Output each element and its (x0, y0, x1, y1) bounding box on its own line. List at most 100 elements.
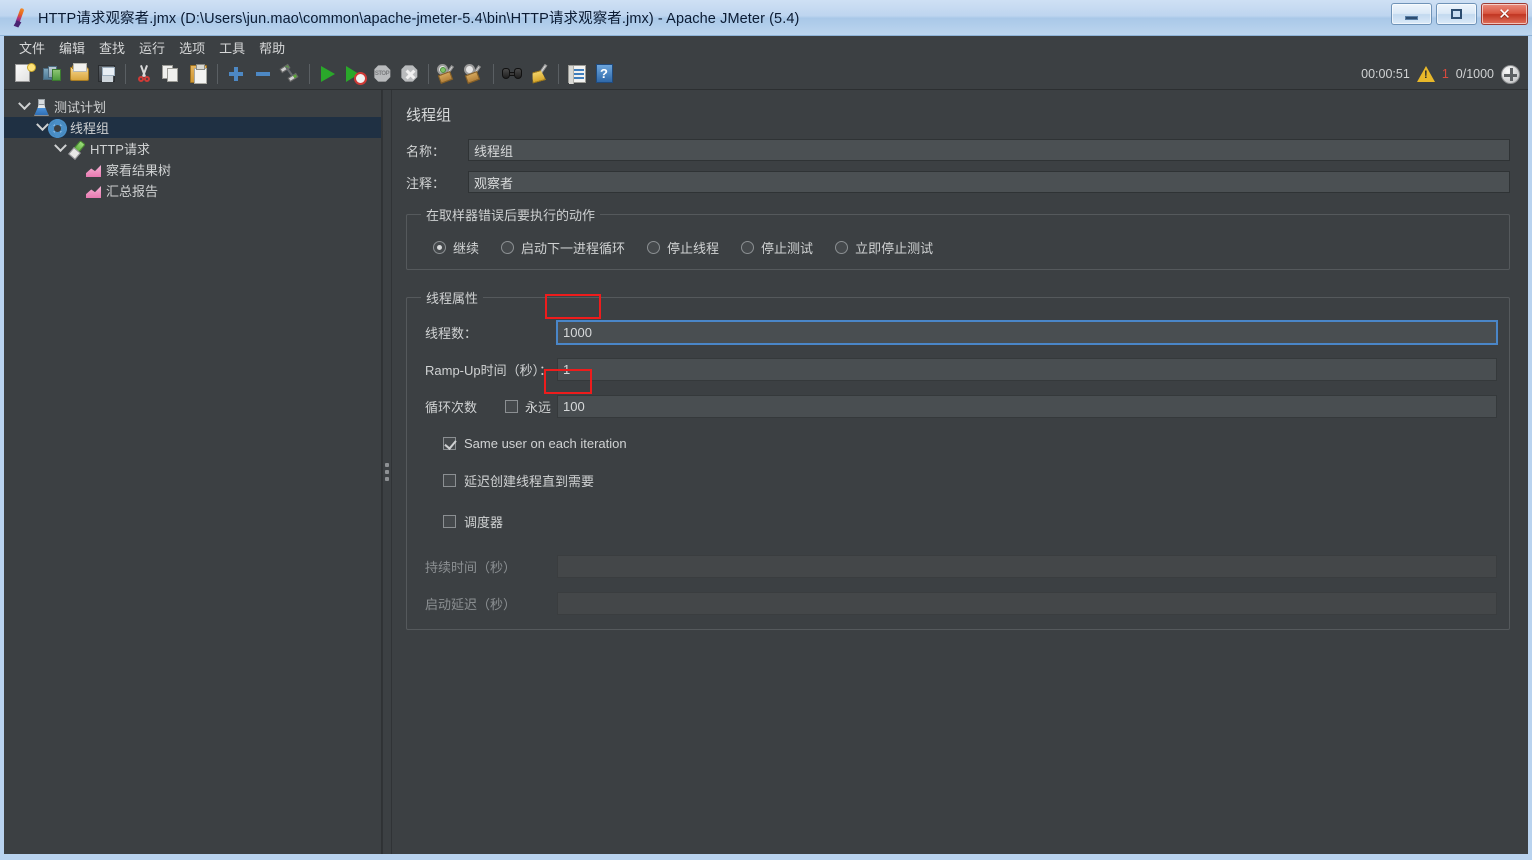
menu-run[interactable]: 运行 (132, 36, 172, 59)
chevron-down-icon[interactable] (16, 99, 32, 115)
start-button[interactable] (315, 61, 341, 87)
search-icon (502, 67, 522, 81)
radio-label: 立即停止测试 (855, 241, 934, 256)
paste-button[interactable] (185, 61, 211, 87)
menu-options[interactable]: 选项 (172, 36, 212, 59)
view-results-tree-icon (86, 165, 101, 177)
reset-search-button[interactable] (526, 61, 552, 87)
radio-label: 启动下一进程循环 (521, 241, 626, 256)
delay-thread-creation-row[interactable]: 延迟创建线程直到需要 (419, 471, 1497, 490)
menu-tools[interactable]: 工具 (212, 36, 252, 59)
expand-arrows-icon[interactable] (1501, 64, 1520, 84)
jmeter-feather-icon (10, 7, 32, 29)
radio-stop-test[interactable]: 停止测试 (741, 238, 813, 257)
maximize-button[interactable] (1436, 3, 1477, 25)
tree-node-test-plan[interactable]: 测试计划 (4, 96, 381, 117)
thread-group-icon (48, 118, 67, 138)
radio-dot-icon (433, 241, 446, 254)
templates-icon (42, 65, 62, 82)
menu-file[interactable]: 文件 (12, 36, 52, 59)
menu-help[interactable]: 帮助 (252, 36, 292, 59)
radio-stop-thread[interactable]: 停止线程 (647, 238, 719, 257)
help-icon: ? (595, 64, 613, 83)
cut-button[interactable] (131, 61, 157, 87)
radio-stop-test-now[interactable]: 立即停止测试 (835, 238, 933, 257)
tree-node-view-results-tree[interactable]: 察看结果树 (4, 159, 381, 180)
comment-field-row: 注释： (406, 171, 1510, 193)
copy-icon (162, 64, 180, 83)
tree-node-summary-report[interactable]: 汇总报告 (4, 180, 381, 201)
shutdown-button[interactable] (396, 61, 422, 87)
same-user-row[interactable]: Same user on each iteration (419, 436, 1497, 451)
summary-report-icon (86, 186, 101, 198)
clear-icon (437, 64, 457, 84)
toolbar-separator (125, 63, 126, 84)
menu-search[interactable]: 查找 (92, 36, 132, 59)
scheduler-label: 调度器 (464, 515, 504, 530)
ramp-up-row: Ramp-Up时间（秒）： (419, 358, 1497, 381)
error-action-radios: 继续 启动下一进程循环 停止线程 停止测试 立即停止测试 (419, 234, 1497, 257)
toolbar-status: 00:00:51 1 0/1000 (1361, 58, 1520, 90)
duration-input (557, 555, 1497, 578)
name-label: 名称： (406, 143, 446, 159)
chevron-down-icon[interactable] (52, 141, 68, 157)
thread-group-editor: 线程组 名称： 注释： 在取样器错误后要执行的动作 继续 (392, 90, 1528, 854)
num-threads-input[interactable] (557, 321, 1497, 344)
help-button[interactable]: ? (591, 61, 617, 87)
copy-button[interactable] (158, 61, 184, 87)
active-threads-count: 0/1000 (1455, 67, 1494, 81)
startup-delay-row: 启动延迟（秒） (419, 592, 1497, 615)
menu-edit[interactable]: 编辑 (52, 36, 92, 59)
paste-icon (189, 63, 207, 84)
splitter-handle-icon (385, 463, 389, 481)
loop-count-input[interactable] (557, 395, 1497, 418)
new-document-button[interactable] (12, 61, 38, 87)
minimize-button[interactable] (1391, 3, 1432, 25)
name-input[interactable] (468, 139, 1510, 161)
ramp-up-input[interactable] (557, 358, 1497, 381)
warning-triangle-icon[interactable] (1416, 66, 1435, 82)
start-no-timers-button[interactable] (342, 61, 368, 87)
toolbar: STOP ? 00:00:51 1 0/1000 (4, 58, 1528, 90)
stop-icon: STOP (373, 65, 391, 82)
save-icon (97, 65, 115, 82)
page-title: 线程组 (406, 107, 452, 124)
test-plan-icon (32, 98, 49, 115)
sampler-error-action-group: 在取样器错误后要执行的动作 继续 启动下一进程循环 停止线程 停止测试 立即停止… (406, 205, 1510, 270)
collapse-all-button[interactable] (250, 61, 276, 87)
function-helper-icon (568, 64, 586, 84)
tree-node-http-request[interactable]: HTTP请求 (4, 138, 381, 159)
radio-start-next-loop[interactable]: 启动下一进程循环 (501, 238, 625, 257)
tree-node-thread-group[interactable]: 线程组 (4, 117, 381, 138)
pane-splitter[interactable] (382, 90, 392, 854)
toolbar-separator (558, 63, 559, 84)
save-button[interactable] (93, 61, 119, 87)
scheduler-row[interactable]: 调度器 (419, 512, 1497, 531)
duration-label: 持续时间（秒） (425, 560, 517, 575)
expand-all-button[interactable] (223, 61, 249, 87)
radio-continue[interactable]: 继续 (433, 238, 479, 257)
stop-button[interactable]: STOP (369, 61, 395, 87)
test-plan-tree[interactable]: 测试计划 线程组 HTTP请求 察看结果树 汇总报告 (4, 90, 382, 854)
toggle-button[interactable] (277, 61, 303, 87)
num-threads-row: 线程数： (419, 321, 1497, 344)
comment-input[interactable] (468, 171, 1510, 193)
clear-button[interactable] (434, 61, 460, 87)
templates-button[interactable] (39, 61, 65, 87)
minimize-icon (1405, 15, 1418, 20)
toggle-icon (279, 63, 300, 83)
close-button[interactable]: ✕ (1481, 3, 1528, 25)
loop-forever-checkbox[interactable]: 永远 (505, 397, 557, 416)
search-button[interactable] (499, 61, 525, 87)
clear-all-button[interactable] (461, 61, 487, 87)
maximize-icon (1451, 9, 1462, 19)
shutdown-icon (400, 65, 418, 82)
toolbar-separator (428, 63, 429, 84)
radio-dot-icon (835, 241, 849, 254)
jmeter-window: HTTP请求观察者.jmx (D:\Users\jun.mao\common\a… (0, 0, 1532, 860)
open-button[interactable] (66, 61, 92, 87)
loop-count-row: 循环次数 永远 (419, 395, 1497, 418)
thread-properties-group: 线程属性 线程数： Ramp-Up时间（秒）： 循环次数 永远 (406, 288, 1510, 630)
function-helper-button[interactable] (564, 61, 590, 87)
loop-forever-label: 永远 (525, 400, 552, 415)
